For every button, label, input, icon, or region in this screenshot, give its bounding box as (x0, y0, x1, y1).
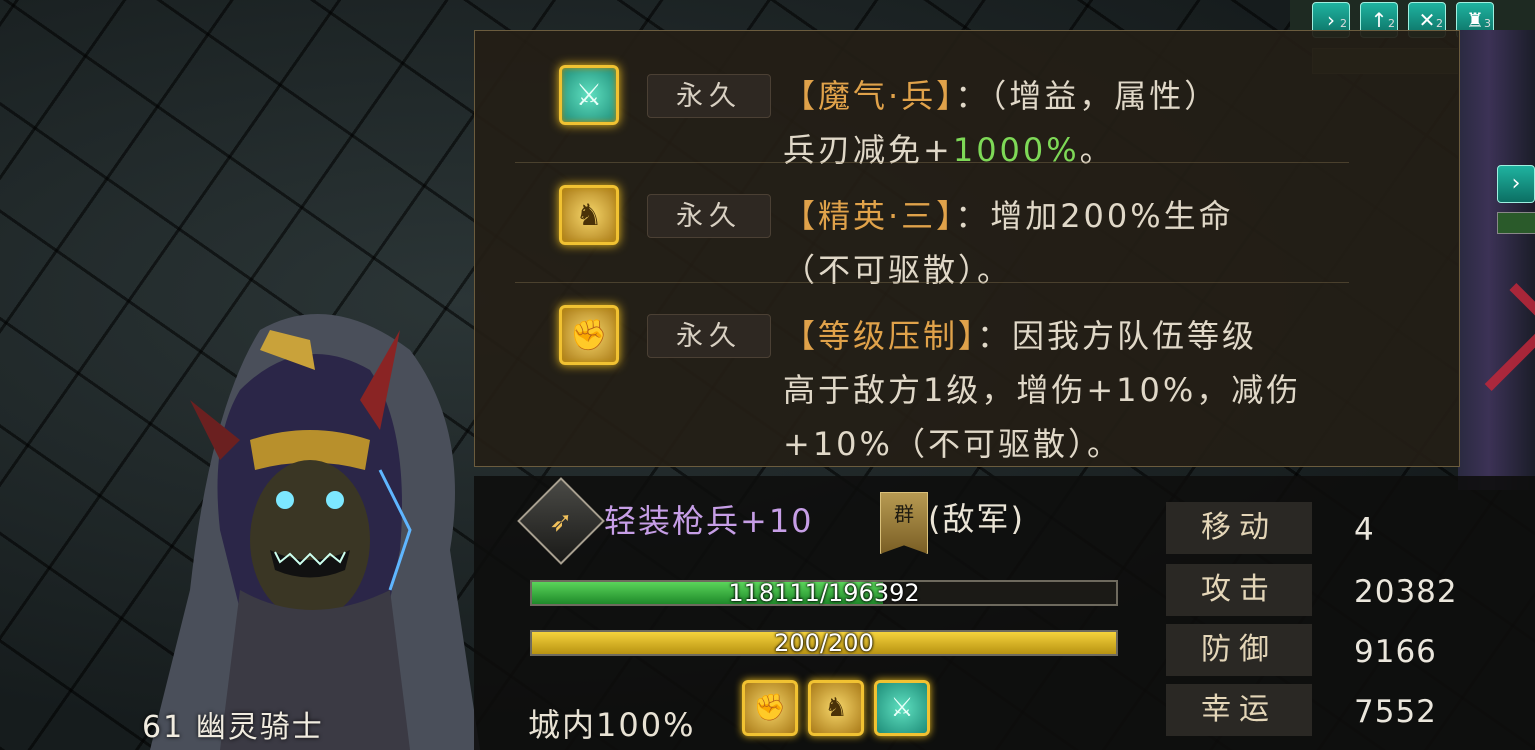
teal-blade-icon[interactable]: ⚔ (559, 65, 619, 125)
gold-elite-icon[interactable]: ♞ (808, 680, 864, 736)
buff-text-line: ：增加200%生命 (955, 197, 1234, 235)
buff-row: ⚔ 永久 【魔气·兵】：（增益，属性） 兵刃减免+1000%。 (475, 31, 1459, 169)
energy-bar: 200/200 (530, 630, 1118, 656)
stat-value-luck: 7552 (1354, 694, 1437, 730)
gold-elite-icon[interactable]: ♞ (559, 185, 619, 245)
ally-hp-bar (1497, 212, 1535, 234)
character-name: 幽灵骑士 (195, 710, 324, 745)
gold-fist-icon[interactable]: ✊ (559, 305, 619, 365)
buff-row: ♞ 永久 【精英·三】：增加200%生命 （不可驱散）。 (475, 163, 1459, 289)
duration-badge: 永久 (647, 74, 771, 118)
stat-value-move: 4 (1354, 512, 1375, 548)
ghost-knight-portrait (150, 314, 480, 750)
buff-text-line: ：因我方队伍等级 (977, 317, 1258, 355)
faction-banner-icon: 群 (880, 492, 928, 554)
buff-name: 【等级压制】 (783, 317, 978, 355)
buff-text-line: +10%（不可驱散）。 (783, 425, 1122, 463)
hp-text: 118111/196392 (728, 579, 920, 607)
energy-text: 200/200 (774, 629, 874, 657)
character-label: 61 幽灵骑士 (142, 702, 324, 746)
unit-type-name: 轻装枪兵+10 (604, 502, 814, 540)
buff-description: 【精英·三】：增加200%生命 （不可驱散）。 (783, 189, 1413, 297)
buff-description: 【等级压制】：因我方队伍等级 高于敌方1级，增伤+10%，减伤 +10%（不可驱… (783, 309, 1413, 471)
buff-row: ✊ 永久 【等级压制】：因我方队伍等级 高于敌方1级，增伤+10%，减伤 +10… (475, 283, 1459, 463)
buff-name: 【精英·三】 (783, 197, 956, 235)
hp-bar: 118111/196392 (530, 580, 1118, 606)
ally-portrait-strip (1458, 30, 1535, 490)
gold-fist-icon[interactable]: ✊ (742, 680, 798, 736)
buff-description: 【魔气·兵】：（增益，属性） 兵刃减免+1000%。 (783, 69, 1413, 177)
teal-blade-icon[interactable]: ⚔ (874, 680, 930, 736)
city-status: 城内100% (528, 706, 696, 744)
faction-label: (敌军) (928, 500, 1025, 538)
stat-label-defense: 防御 (1166, 624, 1312, 676)
chevron-right-icon[interactable]: › (1497, 165, 1535, 203)
buff-text-line: 高于敌方1级，增伤+10%，减伤 (783, 371, 1302, 409)
duration-badge: 永久 (647, 194, 771, 238)
buff-tooltip-panel: ⚔ 永久 【魔气·兵】：（增益，属性） 兵刃减免+1000%。 ♞ 永久 【精英… (474, 30, 1460, 467)
stat-label-luck: 幸运 (1166, 684, 1312, 736)
buff-name: 【魔气·兵】 (783, 77, 956, 115)
stat-label-attack: 攻击 (1166, 564, 1312, 616)
buff-text-line: ：（增益，属性） (955, 77, 1220, 115)
character-level: 61 (142, 710, 185, 745)
stat-value-defense: 9166 (1354, 634, 1437, 670)
duration-badge: 永久 (647, 314, 771, 358)
stat-value-attack: 20382 (1354, 574, 1458, 610)
stat-label-move: 移动 (1166, 502, 1312, 554)
